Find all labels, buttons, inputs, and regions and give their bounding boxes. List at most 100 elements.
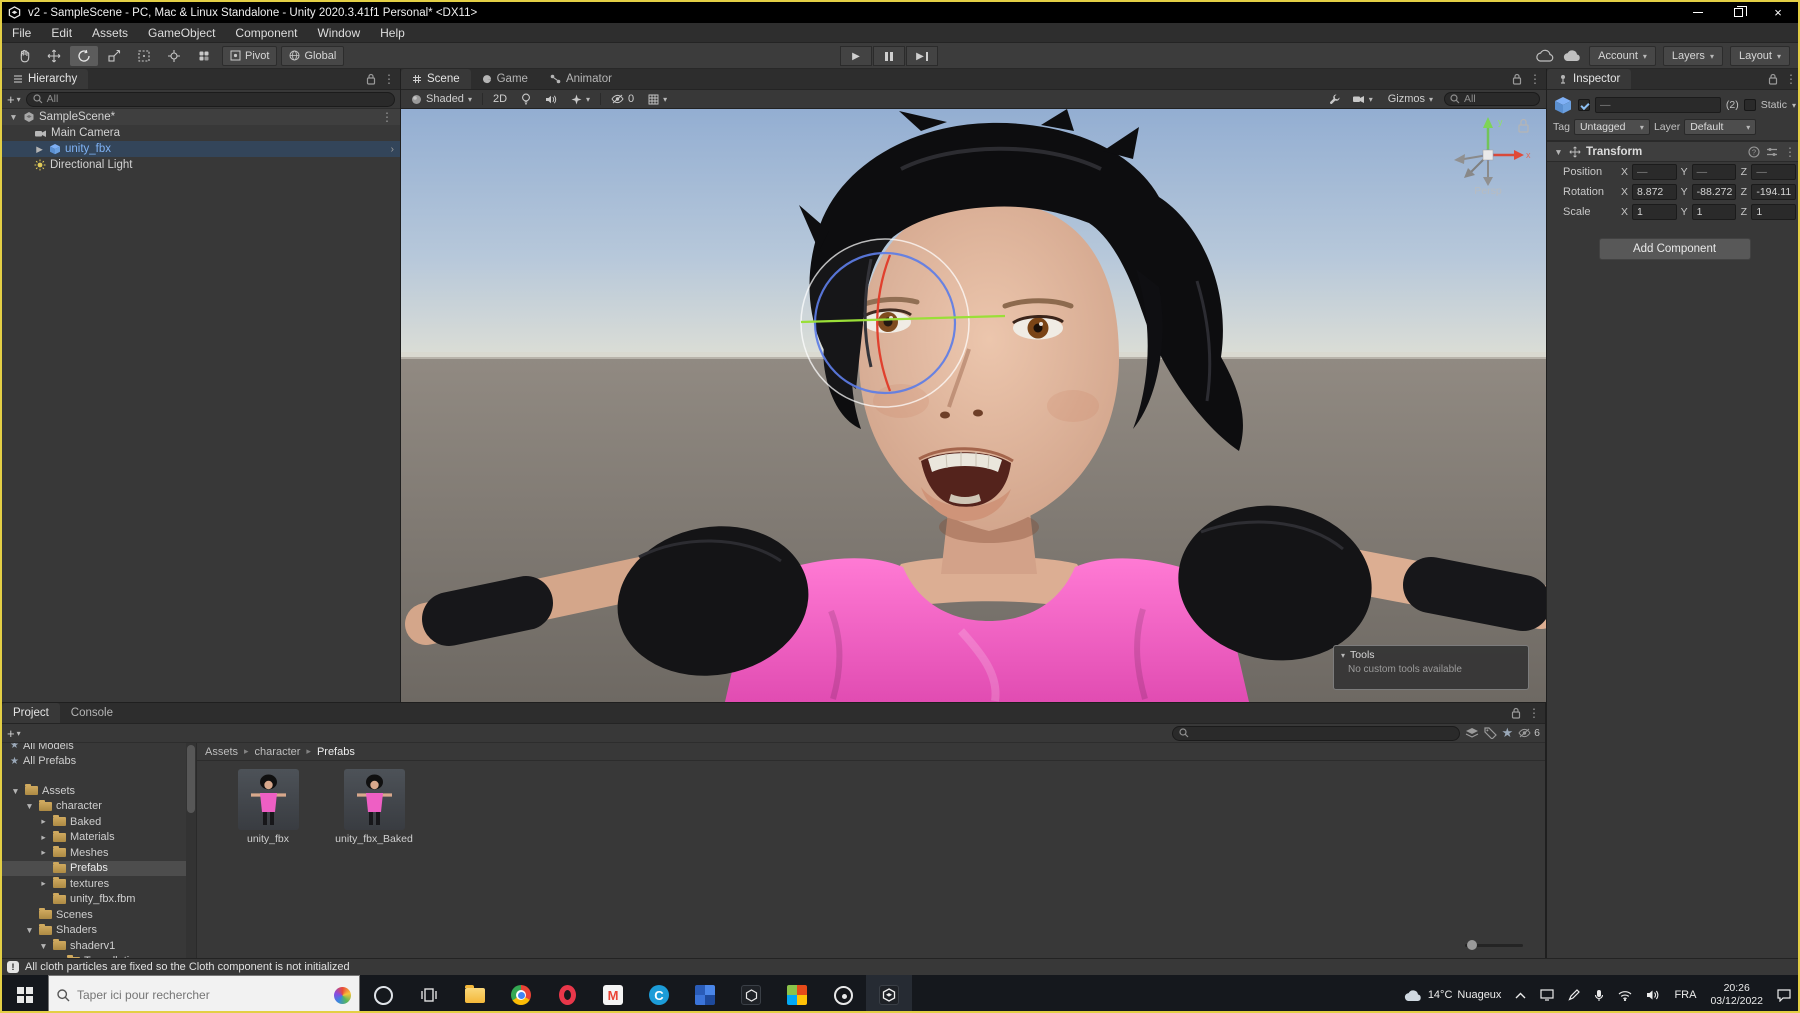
taskbar-app-chrome[interactable] [498, 975, 544, 1011]
scale-tool-button[interactable] [100, 46, 128, 66]
tree-row-shaders[interactable]: ▼ Shaders [2, 923, 196, 939]
asset-item-unity-fbx-baked[interactable]: unity_fbx_Baked [329, 769, 419, 845]
minimize-button[interactable] [1678, 2, 1718, 23]
menu-component[interactable]: Component [225, 23, 307, 42]
presets-icon[interactable] [1766, 147, 1778, 157]
menu-file[interactable]: File [2, 23, 41, 42]
restore-button[interactable] [1718, 2, 1758, 23]
fold-open-icon[interactable]: ▼ [1553, 147, 1564, 157]
active-checkbox[interactable] [1578, 99, 1590, 111]
project-search-input[interactable] [1171, 725, 1460, 741]
collab-cloud-icon[interactable] [1535, 49, 1555, 63]
taskbar-app-ring[interactable] [820, 975, 866, 1011]
scene-effects-dropdown[interactable]: ▾ [567, 91, 594, 107]
move-tool-button[interactable] [40, 46, 68, 66]
hierarchy-menu-icon[interactable]: ⋮ [383, 73, 395, 85]
account-dropdown[interactable]: Account ▾ [1589, 46, 1656, 66]
gizmos-dropdown[interactable]: Gizmos ▾ [1384, 91, 1437, 107]
tree-row-prefabs[interactable]: Prefabs [2, 860, 196, 876]
static-checkbox[interactable] [1743, 99, 1756, 111]
tag-dropdown[interactable]: Untagged ▾ [1573, 119, 1650, 135]
projection-label[interactable]: Persp [1474, 185, 1502, 197]
tab-hierarchy[interactable]: Hierarchy [2, 69, 89, 89]
tree-row-baked[interactable]: ▸ Baked [2, 814, 196, 830]
asset-item-unity-fbx[interactable]: unity_fbx [223, 769, 313, 845]
taskbar-app-file-explorer[interactable] [452, 975, 498, 1011]
taskbar-app-unity-editor[interactable] [866, 975, 912, 1011]
taskbar-app-gmail[interactable]: M [590, 975, 636, 1011]
language-indicator[interactable]: FRA [1667, 975, 1703, 1011]
search-by-type-icon[interactable] [1465, 727, 1479, 739]
lock-icon[interactable] [1511, 707, 1521, 719]
status-message[interactable]: All cloth particles are fixed so the Clo… [25, 961, 350, 973]
taskbar-app-opera[interactable] [544, 975, 590, 1011]
lock-icon[interactable] [1768, 73, 1778, 85]
transform-tool-button[interactable] [160, 46, 188, 66]
slider-knob[interactable] [1467, 940, 1477, 950]
hand-tool-button[interactable] [10, 46, 38, 66]
scene-search-input[interactable]: All [1444, 92, 1540, 106]
tab-game[interactable]: Game [471, 69, 539, 89]
display-tray-icon[interactable] [1533, 975, 1561, 1011]
lock-icon[interactable] [1512, 73, 1522, 85]
pivot-toggle-button[interactable]: Pivot [222, 45, 278, 66]
breadcrumb-assets[interactable]: Assets [205, 746, 238, 758]
component-menu-icon[interactable]: ⋮ [1784, 146, 1796, 158]
saved-search-star-icon[interactable]: ★ [1502, 725, 1514, 741]
hierarchy-item-unity-fbx[interactable]: ▶ unity_fbx › [2, 141, 400, 157]
menu-window[interactable]: Window [307, 23, 370, 42]
global-toggle-button[interactable]: Global [281, 45, 345, 66]
action-center-button[interactable] [1770, 975, 1798, 1011]
tree-row-all-prefabs[interactable]: ★ All Prefabs [2, 754, 196, 770]
tree-row-character[interactable]: ▼ character [2, 799, 196, 815]
layers-dropdown[interactable]: Layers ▾ [1662, 46, 1723, 66]
orientation-gizmo[interactable]: y x Persp [1440, 113, 1536, 199]
rotation-x-field[interactable]: 8.872 [1632, 184, 1677, 200]
help-icon[interactable]: ? [1748, 145, 1760, 158]
menu-gameobject[interactable]: GameObject [138, 23, 225, 42]
tab-inspector[interactable]: Inspector [1547, 69, 1632, 89]
menu-edit[interactable]: Edit [41, 23, 82, 42]
taskbar-app-c[interactable]: C [636, 975, 682, 1011]
scale-y-field[interactable]: 1 [1691, 204, 1737, 220]
scene-tools-icon[interactable] [1329, 93, 1341, 105]
tree-row-shaderv1[interactable]: ▼ shaderv1 [2, 938, 196, 954]
project-create-button[interactable]: + ▾ [7, 726, 21, 741]
hierarchy-search-input[interactable]: All [25, 91, 395, 107]
lock-icon[interactable] [366, 73, 376, 85]
rotation-z-field[interactable]: -194.11 [1751, 184, 1797, 200]
start-button[interactable] [2, 975, 48, 1011]
taskbar-app-blue-grid[interactable] [682, 975, 728, 1011]
tree-row-textures[interactable]: ▸ textures [2, 876, 196, 892]
scene-visibility-toggle[interactable]: 0 [607, 91, 638, 107]
fold-open-icon[interactable]: ▼ [8, 112, 19, 122]
tree-row-assets[interactable]: ▼ Assets [2, 783, 196, 799]
scene-options-icon[interactable]: ⋮ [381, 111, 393, 123]
bing-daily-icon[interactable] [334, 986, 351, 1004]
scale-x-field[interactable]: 1 [1632, 204, 1677, 220]
breadcrumb-character[interactable]: character [255, 746, 301, 758]
add-component-button[interactable]: Add Component [1598, 238, 1751, 260]
tree-row-all-models[interactable]: ★ All Models [2, 743, 196, 754]
scene-lighting-button[interactable] [517, 91, 535, 107]
cloud-services-icon[interactable] [1562, 49, 1582, 63]
menu-help[interactable]: Help [370, 23, 415, 42]
clock[interactable]: 20:26 03/12/2022 [1703, 975, 1770, 1011]
scene-audio-button[interactable] [541, 91, 561, 107]
hierarchy-create-button[interactable]: + ▾ [7, 92, 21, 107]
taskbar-search[interactable] [48, 975, 360, 1011]
scene-viewport[interactable]: y x Persp ▾ Tools No custom tools availab… [401, 109, 1546, 702]
taskbar-search-input[interactable] [77, 988, 327, 1002]
tree-row-materials[interactable]: ▸ Materials [2, 830, 196, 846]
tab-console[interactable]: Console [60, 703, 124, 723]
tree-row-scenes[interactable]: Scenes [2, 907, 196, 923]
scene-menu-icon[interactable]: ⋮ [1529, 73, 1541, 85]
project-menu-icon[interactable]: ⋮ [1528, 707, 1540, 719]
fold-closed-icon[interactable]: ▶ [34, 144, 45, 155]
tree-scrollbar[interactable] [186, 743, 196, 959]
position-x-field[interactable]: — [1632, 164, 1677, 180]
scene-root-row[interactable]: ▼ SampleScene* ⋮ [2, 109, 400, 125]
pause-button[interactable] [873, 46, 905, 66]
weather-widget[interactable]: 14°C Nuageux [1396, 975, 1509, 1011]
rotate-tool-button[interactable] [70, 45, 98, 66]
